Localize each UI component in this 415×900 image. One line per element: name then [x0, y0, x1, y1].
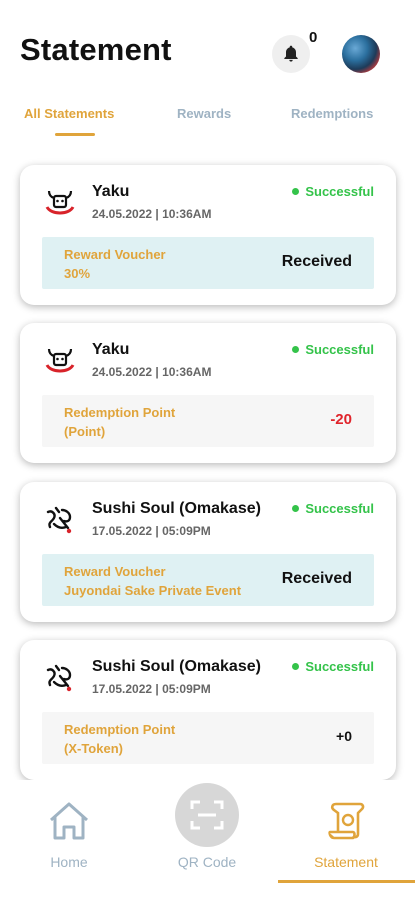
merchant-name: Yaku — [92, 183, 130, 200]
sushi-soul-logo-icon — [46, 664, 72, 692]
transaction-date: 17.05.2022 | 05:09PM — [92, 682, 211, 696]
statement-tabs: All Statements Rewards Redemptions — [0, 106, 415, 138]
nav-item-home[interactable]: Home — [0, 780, 138, 890]
transaction-date: 24.05.2022 | 10:36AM — [92, 207, 212, 221]
bottom-navigation: Home QR Code Statement — [0, 780, 415, 900]
nav-label-statement: Statement — [314, 854, 378, 870]
nav-item-statement[interactable]: Statement — [277, 780, 415, 890]
active-tab-indicator — [55, 133, 95, 136]
detail-label: Reward Voucher 30% — [64, 247, 166, 281]
status-dot-icon — [292, 505, 300, 512]
home-icon — [50, 802, 88, 840]
yaku-bull-logo-icon — [45, 348, 75, 373]
detail-value: Received — [281, 253, 352, 270]
yaku-bull-logo-icon — [45, 190, 75, 215]
detail-label: Reward Voucher Juyondai Sake Private Eve… — [64, 564, 242, 598]
statement-card[interactable]: Sushi Soul (Omakase) 17.05.2022 | 05:09P… — [20, 482, 396, 622]
detail-value: +0 — [336, 728, 352, 744]
statement-card[interactable]: Sushi Soul (Omakase) 17.05.2022 | 05:09P… — [20, 640, 396, 780]
transaction-date: 17.05.2022 | 05:09PM — [92, 524, 211, 538]
header: Statement 0 — [0, 0, 415, 100]
status-badge: Successful — [292, 184, 374, 199]
transaction-detail: Reward Voucher Juyondai Sake Private Eve… — [42, 554, 374, 606]
status-badge: Successful — [292, 659, 374, 674]
avatar[interactable] — [342, 35, 380, 73]
scroll-icon — [328, 802, 365, 840]
detail-label: Redemption Point (Point) — [64, 405, 176, 439]
qr-scan-icon — [190, 800, 224, 830]
transaction-detail: Redemption Point (Point) -20 — [42, 395, 374, 447]
status-badge: Successful — [292, 342, 374, 357]
qr-scan-button[interactable] — [175, 783, 239, 847]
page-title: Statement — [20, 32, 172, 67]
sushi-soul-logo-icon — [46, 506, 72, 534]
tab-redemptions[interactable]: Redemptions — [291, 106, 373, 121]
statement-card[interactable]: Yaku 24.05.2022 | 10:36AM Successful Red… — [20, 323, 396, 463]
status-label: Successful — [305, 184, 374, 199]
status-dot-icon — [292, 346, 300, 353]
merchant-name: Sushi Soul (Omakase) — [92, 500, 261, 517]
nav-item-qr-code[interactable]: QR Code — [138, 780, 276, 890]
status-label: Successful — [305, 501, 374, 516]
notifications-button[interactable] — [272, 35, 310, 73]
tab-all-statements[interactable]: All Statements — [24, 106, 114, 121]
detail-value: -20 — [330, 411, 352, 428]
tab-rewards[interactable]: Rewards — [177, 106, 231, 121]
active-nav-indicator — [278, 880, 415, 883]
merchant-name: Sushi Soul (Omakase) — [92, 658, 261, 675]
status-badge: Successful — [292, 501, 374, 516]
nav-label-qr-code: QR Code — [177, 854, 237, 870]
notification-count-badge: 0 — [309, 29, 318, 46]
status-label: Successful — [305, 342, 374, 357]
status-dot-icon — [292, 663, 300, 670]
merchant-name: Yaku — [92, 341, 130, 358]
nav-label-home: Home — [50, 854, 88, 870]
status-dot-icon — [292, 188, 300, 195]
transaction-detail: Redemption Point (X-Token) +0 — [42, 712, 374, 764]
bell-icon — [284, 45, 298, 62]
status-label: Successful — [305, 659, 374, 674]
statement-card[interactable]: Yaku 24.05.2022 | 10:36AM Successful Rew… — [20, 165, 396, 305]
transaction-date: 24.05.2022 | 10:36AM — [92, 365, 212, 379]
detail-label: Redemption Point (X-Token) — [64, 722, 176, 756]
detail-value: Received — [281, 570, 352, 587]
transaction-detail: Reward Voucher 30% Received — [42, 237, 374, 289]
